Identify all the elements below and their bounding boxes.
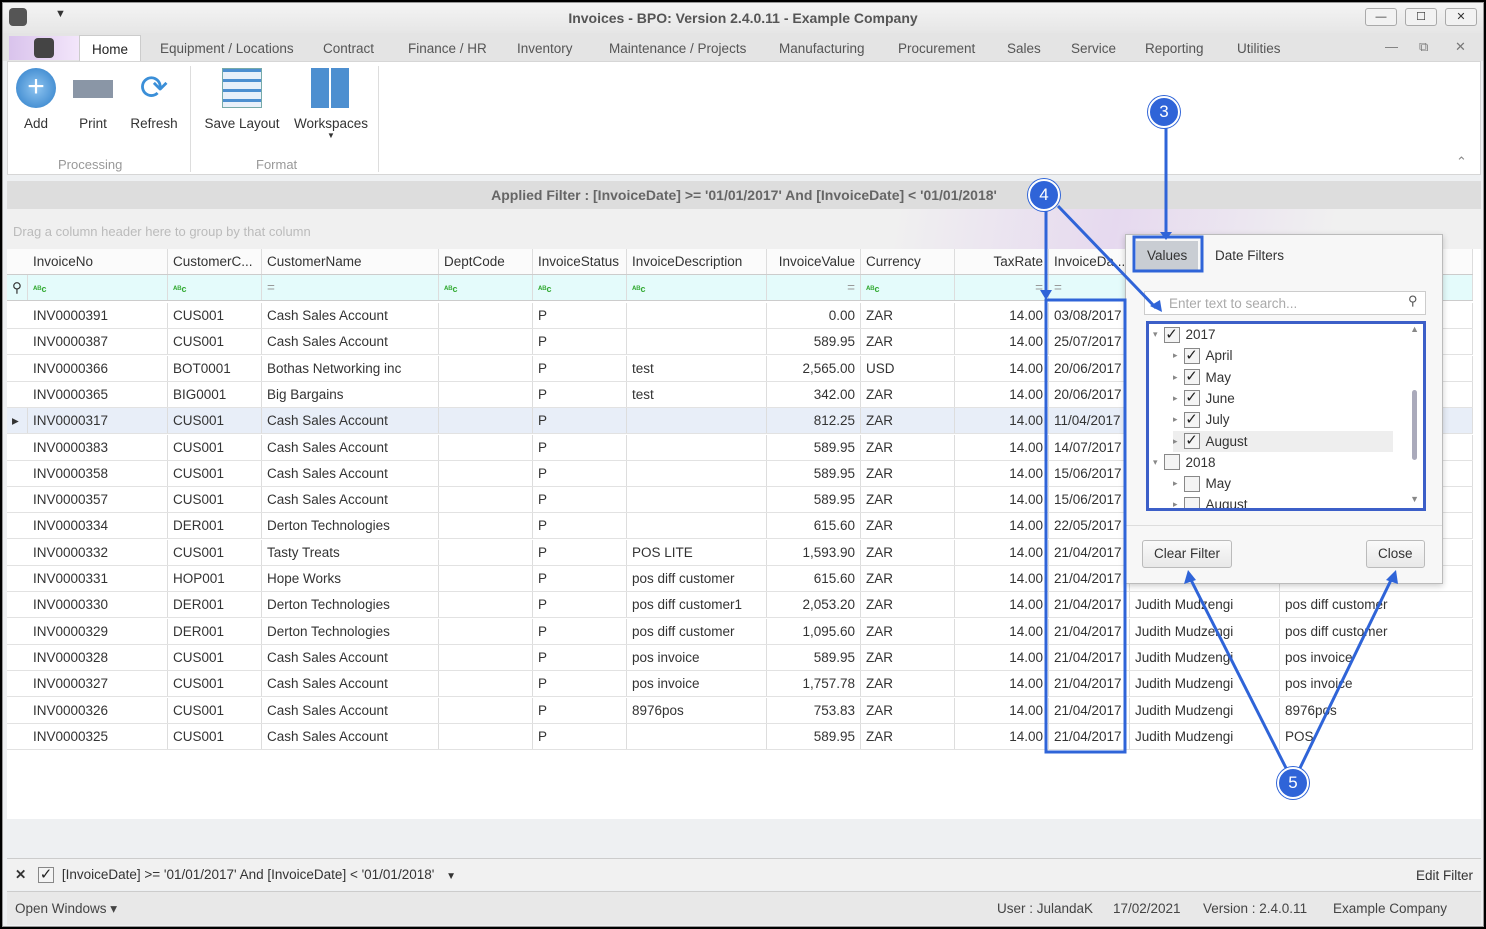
annotation-overlay — [1040, 128, 1398, 769]
annotation-date-column-box — [1044, 298, 1127, 754]
annotation-values-tab-box — [1132, 235, 1204, 273]
annotation-badge-4: 4 — [1028, 179, 1060, 211]
annotation-badge-3: 3 — [1148, 96, 1180, 128]
annotation-badge-5: 5 — [1277, 767, 1309, 799]
